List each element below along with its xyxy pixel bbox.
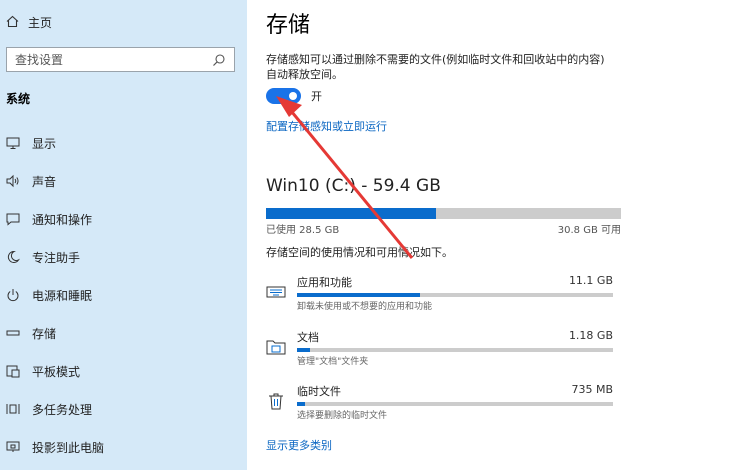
category-documents[interactable]: 文档 1.18 GB 管理"文档"文件夹 bbox=[266, 329, 616, 369]
sidebar-item-label: 投影到此电脑 bbox=[32, 440, 105, 455]
storage-sense-toggle[interactable] bbox=[266, 88, 301, 104]
section-title: 系统 bbox=[6, 92, 31, 106]
category-bar bbox=[297, 348, 613, 352]
page-title: 存储 bbox=[266, 13, 311, 38]
sidebar-item-storage[interactable]: 存储 bbox=[0, 314, 247, 352]
free-space-label: 30.8 GB 可用 bbox=[557, 225, 621, 236]
documents-icon bbox=[266, 337, 286, 357]
usage-description: 存储空间的使用情况和可用情况如下。 bbox=[266, 246, 453, 259]
home-nav-item[interactable]: 主页 bbox=[6, 14, 52, 31]
storage-icon bbox=[6, 326, 20, 340]
sound-icon bbox=[6, 174, 20, 188]
description-line: 存储感知可以通过删除不需要的文件(例如临时文件和回收站中的内容) bbox=[266, 53, 605, 66]
category-name: 文档 bbox=[297, 331, 319, 344]
sidebar-item-multitasking[interactable]: 多任务处理 bbox=[0, 390, 247, 428]
apps-icon bbox=[266, 282, 286, 302]
trash-icon bbox=[266, 391, 286, 411]
description-line: 自动释放空间。 bbox=[266, 68, 343, 81]
project-icon bbox=[6, 440, 20, 454]
home-label: 主页 bbox=[28, 16, 53, 30]
category-bar bbox=[297, 402, 613, 406]
sidebar-item-label: 电源和睡眠 bbox=[32, 288, 93, 303]
notification-icon bbox=[6, 212, 20, 226]
main-content: 存储 存储感知可以通过删除不需要的文件(例如临时文件和回收站中的内容) 自动释放… bbox=[247, 0, 739, 470]
sidebar-item-focus-assist[interactable]: 专注助手 bbox=[0, 238, 247, 276]
multitask-icon bbox=[6, 402, 20, 416]
sidebar-item-label: 显示 bbox=[32, 136, 57, 151]
sidebar-item-notifications[interactable]: 通知和操作 bbox=[0, 200, 247, 238]
drive-usage-bar bbox=[266, 208, 621, 219]
moon-icon bbox=[6, 250, 20, 264]
drive-title: Win10 (C:) - 59.4 GB bbox=[266, 176, 441, 196]
power-icon bbox=[6, 288, 20, 302]
category-size: 11.1 GB bbox=[568, 274, 613, 287]
category-subtitle: 卸载未使用或不想要的应用和功能 bbox=[297, 302, 433, 312]
category-name: 临时文件 bbox=[297, 385, 341, 398]
category-apps[interactable]: 应用和功能 11.1 GB 卸载未使用或不想要的应用和功能 bbox=[266, 274, 616, 314]
display-icon bbox=[6, 136, 20, 150]
sidebar-item-label: 专注助手 bbox=[32, 250, 81, 265]
category-bar-fill bbox=[297, 348, 310, 352]
sidebar: 主页 查找设置 系统 显示 声音 通知和操作 专注助手 电源和睡眠 存储 平板模… bbox=[0, 0, 247, 470]
category-bar-fill bbox=[297, 293, 421, 297]
configure-storage-sense-link[interactable]: 配置存储感知或立即运行 bbox=[266, 118, 387, 134]
search-icon[interactable] bbox=[212, 53, 226, 67]
sidebar-item-label: 通知和操作 bbox=[32, 212, 93, 227]
search-input[interactable]: 查找设置 bbox=[6, 47, 235, 72]
drive-usage-fill bbox=[266, 208, 437, 219]
tablet-icon bbox=[6, 364, 20, 378]
category-subtitle: 管理"文档"文件夹 bbox=[297, 357, 369, 367]
sidebar-item-display[interactable]: 显示 bbox=[0, 124, 247, 162]
sidebar-item-label: 声音 bbox=[32, 174, 57, 189]
sidebar-item-sound[interactable]: 声音 bbox=[0, 162, 247, 200]
category-temp-files[interactable]: 临时文件 735 MB 选择要删除的临时文件 bbox=[266, 383, 616, 423]
category-name: 应用和功能 bbox=[297, 276, 352, 289]
category-subtitle: 选择要删除的临时文件 bbox=[297, 411, 388, 421]
category-bar-fill bbox=[297, 402, 305, 406]
sidebar-item-project[interactable]: 投影到此电脑 bbox=[0, 428, 247, 466]
sidebar-item-label: 平板模式 bbox=[32, 364, 81, 379]
category-size: 735 MB bbox=[571, 383, 613, 396]
search-placeholder: 查找设置 bbox=[15, 53, 64, 67]
storage-sense-toggle-row: 开 bbox=[266, 88, 322, 104]
storage-sense-description: 存储感知可以通过删除不需要的文件(例如临时文件和回收站中的内容) 自动释放空间。 bbox=[266, 52, 626, 82]
home-icon bbox=[6, 15, 19, 31]
sidebar-item-tablet-mode[interactable]: 平板模式 bbox=[0, 352, 247, 390]
toggle-state-label: 开 bbox=[311, 90, 322, 103]
show-more-categories-link[interactable]: 显示更多类别 bbox=[266, 437, 332, 453]
category-bar bbox=[297, 293, 613, 297]
sidebar-item-label: 存储 bbox=[32, 326, 57, 341]
sidebar-item-power[interactable]: 电源和睡眠 bbox=[0, 276, 247, 314]
sidebar-item-label: 多任务处理 bbox=[32, 402, 93, 417]
category-size: 1.18 GB bbox=[568, 329, 613, 342]
sidebar-nav: 显示 声音 通知和操作 专注助手 电源和睡眠 存储 平板模式 多任务处理 投影到… bbox=[0, 124, 247, 466]
